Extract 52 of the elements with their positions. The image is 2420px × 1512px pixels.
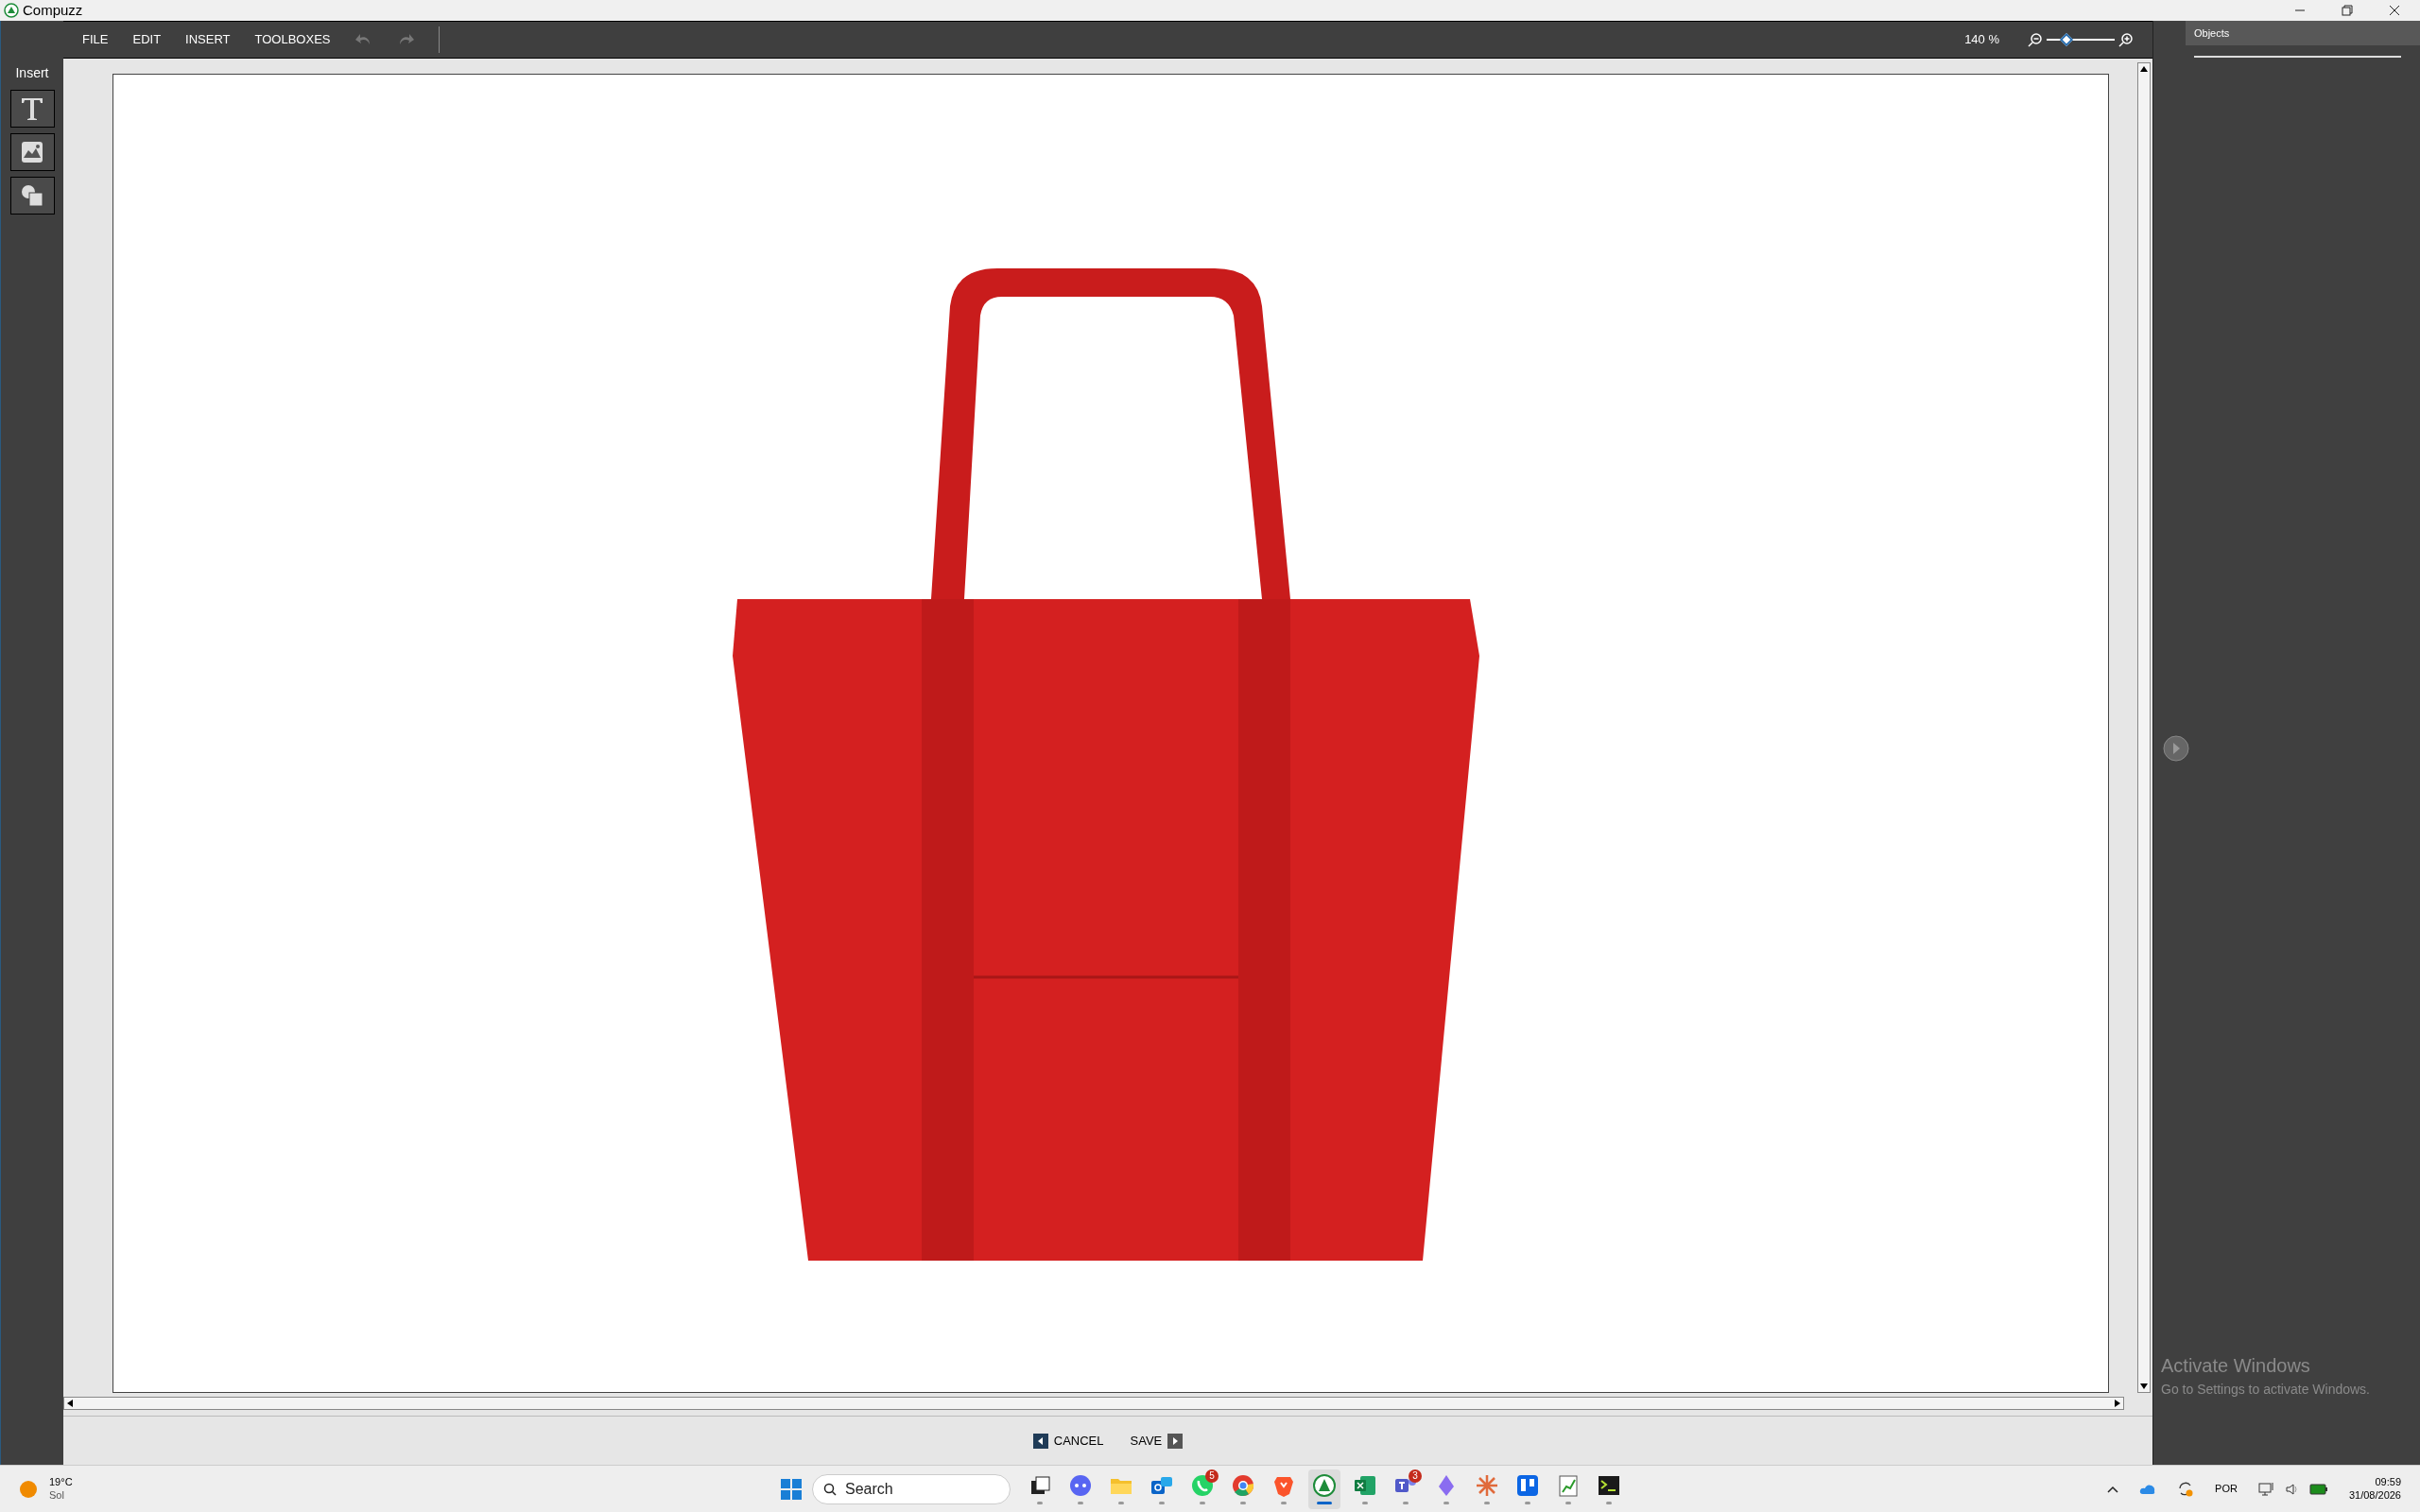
speaker-icon[interactable] <box>2284 1482 2300 1496</box>
spark-icon <box>1475 1473 1499 1498</box>
menu-item[interactable]: TOOLBOXES <box>254 30 331 49</box>
notification-count: 3 <box>1409 1469 1422 1483</box>
notification-count: 5 <box>1205 1469 1219 1483</box>
toolbar-title: Insert <box>15 64 49 82</box>
close-icon[interactable] <box>2388 4 2401 17</box>
panel-title: Objects <box>2194 26 2230 41</box>
activation-title: Activate Windows <box>2161 1354 2311 1378</box>
zoom-in-icon[interactable] <box>2118 32 2134 47</box>
spreadsheet-icon <box>1353 1473 1377 1498</box>
restore-icon[interactable] <box>2341 4 2354 17</box>
browser-icon <box>1231 1473 1255 1498</box>
text-tool-button[interactable] <box>9 90 55 128</box>
weather-temperature[interactable]: 19°C <box>49 1475 73 1489</box>
clock-time[interactable]: 09:59 <box>2375 1475 2401 1489</box>
sync-icon[interactable] <box>2177 1480 2195 1498</box>
board-icon <box>1515 1473 1540 1498</box>
sun-icon <box>19 1479 38 1499</box>
panel-toggle-icon[interactable] <box>2162 734 2190 763</box>
chevron-up-icon[interactable] <box>2107 1484 2119 1494</box>
search-icon <box>823 1482 837 1496</box>
zoom-percentage: 140 % <box>1964 31 1999 49</box>
taskbar-app[interactable]: 5 <box>1186 1469 1219 1509</box>
cancel-button[interactable]: CANCEL <box>1032 1431 1104 1451</box>
phone-bubble-icon <box>1190 1473 1215 1498</box>
taskbar-app[interactable]: 3 <box>1390 1469 1422 1509</box>
window-title: Compuzz <box>23 0 83 20</box>
chat-bubble-icon <box>1068 1473 1093 1498</box>
cloud-icon[interactable] <box>2139 1483 2157 1495</box>
horizontal-scrollbar[interactable] <box>63 1397 2124 1410</box>
language-indicator[interactable]: POR <box>2215 1481 2238 1497</box>
image-tool-button[interactable] <box>9 133 55 171</box>
start-icon[interactable] <box>780 1477 803 1501</box>
battery-icon[interactable] <box>2308 1483 2328 1495</box>
shapes-tool-button[interactable] <box>9 177 55 215</box>
zoom-slider[interactable] <box>2047 33 2115 46</box>
design-canvas[interactable] <box>112 74 2109 1393</box>
app-logo-icon <box>4 3 19 18</box>
menu-item[interactable]: FILE <box>82 30 109 49</box>
activation-message: Go to Settings to activate Windows. <box>2161 1381 2370 1399</box>
zoom-out-icon[interactable] <box>2028 32 2043 47</box>
weather-condition[interactable]: Sol <box>49 1488 73 1503</box>
terminal-icon <box>1597 1473 1621 1498</box>
network-icon[interactable] <box>2257 1481 2275 1497</box>
save-button[interactable]: SAVE <box>1130 1431 1184 1451</box>
chart-notepad-icon <box>1556 1473 1581 1498</box>
taskbar-search-field[interactable]: Search <box>812 1473 1011 1504</box>
clock-date[interactable]: 31/08/2026 <box>2348 1488 2401 1503</box>
menu-item[interactable]: INSERT <box>185 30 231 49</box>
vertical-scrollbar[interactable] <box>2137 62 2151 1393</box>
menu-item[interactable]: EDIT <box>132 30 162 49</box>
